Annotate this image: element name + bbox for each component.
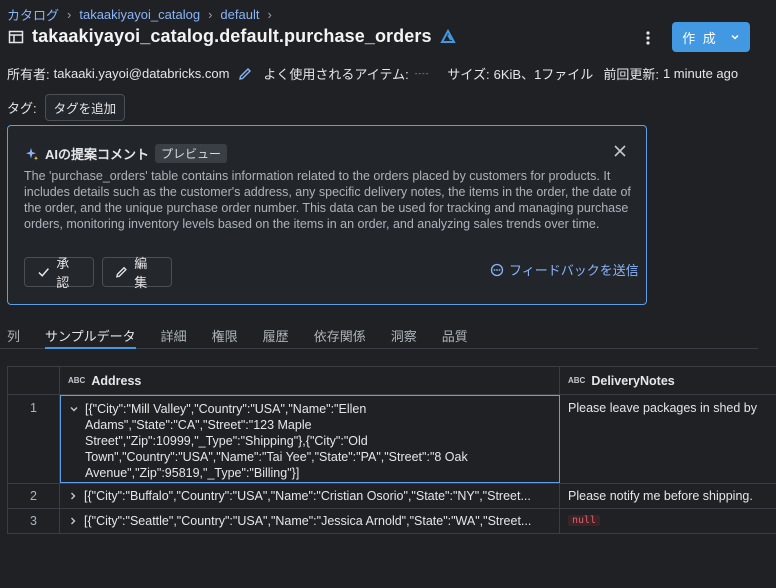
string-type-icon: ABC [68,375,86,385]
page-title: takaakiyayoi_catalog.default.purchase_or… [32,26,432,46]
size-label: サイズ: [447,67,490,82]
breadcrumb-separator: › [267,7,272,22]
column-header-address[interactable]: ABC Address [60,367,560,394]
kebab-menu-icon[interactable] [643,30,653,46]
address-value: [{"City":"Seattle","Country":"USA","Name… [84,514,532,528]
tab-lineage[interactable]: 依存関係 [314,323,366,349]
create-button[interactable]: 作 成 [672,22,750,52]
breadcrumb-separator: › [67,7,72,22]
preview-badge: プレビュー [155,144,228,163]
chevron-right-icon[interactable] [68,516,78,526]
breadcrumb-schema[interactable]: default [220,7,259,22]
tab-history[interactable]: 履歴 [263,323,289,349]
breadcrumb-catalog[interactable]: takaakiyayoi_catalog [79,7,200,22]
approve-label: 承認 [56,256,70,290]
tab-details[interactable]: 詳細 [161,323,187,349]
deliverynotes-value: Please notify me before shipping. [568,489,753,503]
tab-columns[interactable]: 列 [7,323,20,349]
address-line: [{"City":"Mill Valley","Country":"USA","… [85,402,367,416]
owner-label: 所有者: [7,67,50,82]
tags-row: タグ: タグを追加 [7,94,126,121]
table-icon [8,30,24,43]
tab-permissions[interactable]: 権限 [212,323,238,349]
deliverynotes-cell[interactable]: null [560,509,776,533]
table-row[interactable]: 2 [{"City":"Buffalo","Country":"USA","Na… [8,484,776,509]
tab-sample-data[interactable]: サンプルデータ [45,323,136,349]
row-number: 2 [8,484,60,508]
pencil-icon [116,266,127,278]
column-header-deliverynotes[interactable]: ABC DeliveryNotes [560,367,776,394]
tab-quality[interactable]: 品質 [442,323,468,349]
address-value: [{"City":"Mill Valley","Country":"USA","… [85,401,468,481]
deliverynotes-value: Please leave packages in shed by [568,401,758,415]
ai-card-header: AIの提案コメント プレビュー [25,144,228,163]
address-line: Town","Country":"USA","Name":"Tai Yee","… [85,450,468,464]
popular-value: ---- [414,69,430,78]
chevron-down-icon[interactable] [69,404,79,414]
edit-label: 編集 [134,256,148,290]
address-cell[interactable]: [{"City":"Seattle","Country":"USA","Name… [60,509,560,533]
check-icon [38,268,49,277]
feedback-link[interactable]: フィードバックを送信 [490,260,639,279]
tab-bar: 列 サンプルデータ 詳細 権限 履歴 依存関係 洞察 品質 [0,323,758,349]
breadcrumb-separator: › [208,7,213,22]
chevron-down-icon [731,34,739,40]
address-cell[interactable]: [{"City":"Buffalo","Country":"USA","Name… [60,484,560,508]
column-header-label: Address [91,373,142,388]
deliverynotes-cell[interactable]: Please leave packages in shed by [560,395,776,483]
close-icon[interactable] [613,144,627,158]
deliverynotes-cell[interactable]: Please notify me before shipping. [560,484,776,508]
updated-value: 1 minute ago [662,66,739,81]
updated-label: 前回更新: [603,67,659,82]
address-cell[interactable]: [{"City":"Mill Valley","Country":"USA","… [60,395,560,483]
metadata-bar: 所有者: takaaki.yayoi@databricks.com よく使用され… [7,64,742,83]
page-header: takaakiyayoi_catalog.default.purchase_or… [8,26,456,47]
ai-card-title: AIの提案コメント [45,147,150,162]
address-line: Adams","State":"CA","Street":"123 Maple [85,418,312,432]
sparkle-icon [26,147,38,160]
owner-value: takaaki.yayoi@databricks.com [53,66,230,81]
tab-insights[interactable]: 洞察 [391,323,417,349]
create-button-label: 作 成 [682,30,718,46]
popular-label: よく使用されるアイテム: [263,67,409,82]
size-value: 6KiB、1ファイル [493,67,594,82]
column-header-label: DeliveryNotes [591,373,675,388]
ai-comment-text: The 'purchase_orders' table contains inf… [24,169,631,231]
row-number: 1 [8,395,60,483]
breadcrumb: カタログ › takaakiyayoi_catalog › default › [7,5,272,24]
delta-icon [439,28,456,43]
table-row[interactable]: 1 [{"City":"Mill Valley","Country":"USA"… [8,395,776,484]
table-header-row: ABC Address ABC DeliveryNotes [8,367,776,395]
pencil-icon[interactable] [237,66,253,82]
add-tag-button[interactable]: タグを追加 [44,94,126,121]
null-badge: null [568,515,601,526]
address-line: Avenue","Zip":95819,"_Type":"Billing"}] [85,466,300,480]
string-type-icon: ABC [568,375,586,385]
edit-button[interactable]: 編集 [102,256,172,290]
row-number-header [8,367,60,394]
feedback-label: フィードバックを送信 [509,263,639,278]
row-number: 3 [8,509,60,533]
chat-bubble-icon [490,263,504,276]
table-row[interactable]: 3 [{"City":"Seattle","Country":"USA","Na… [8,509,776,534]
chevron-right-icon[interactable] [68,491,78,501]
sample-data-table: ABC Address ABC DeliveryNotes 1 [{"City"… [7,366,776,534]
breadcrumb-catalogs[interactable]: カタログ [7,5,59,24]
ai-suggestion-card: AIの提案コメント プレビュー The 'purchase_orders' ta… [7,125,647,305]
tags-label: タグ: [7,101,37,116]
address-value: [{"City":"Buffalo","Country":"USA","Name… [84,489,531,503]
address-line: Street","Zip":10999,"_Type":"Shipping"},… [85,434,368,448]
approve-button[interactable]: 承認 [24,256,94,290]
